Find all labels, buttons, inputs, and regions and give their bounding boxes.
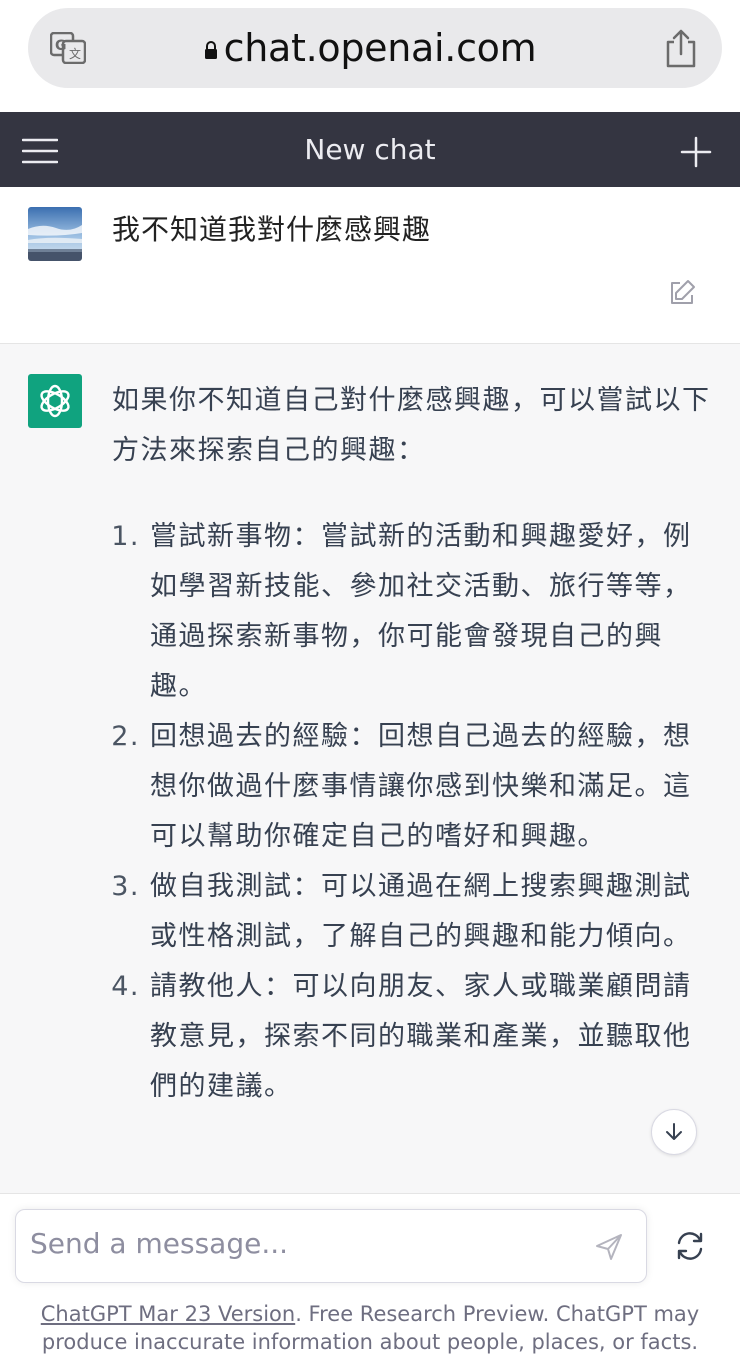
list-item-number: 2. [111,721,140,752]
list-item-number: 1. [111,521,140,552]
lock-icon [204,41,217,59]
list-item-text: 回想過去的經驗：回想自己過去的經驗，想想你做過什麼事情讓你感到快樂和滿足。這可以… [150,721,692,852]
scroll-to-bottom-button[interactable] [651,1109,697,1155]
list-item: 4. 請教他人：可以向朋友、家人或職業顧問請教意見，探索不同的職業和產業，並聽取… [111,962,712,1112]
list-item-text: 做自我測試：可以通過在網上搜索興趣測試或性格測試，了解自己的興趣和能力傾向。 [150,871,692,952]
user-message-text: 我不知道我對什麼感興趣 [112,213,432,246]
url-display[interactable]: chat.openai.com [0,8,740,88]
version-link[interactable]: ChatGPT Mar 23 Version [41,1302,295,1326]
url-text: chat.openai.com [223,26,537,70]
arrow-down-icon [666,1123,682,1140]
list-item-number: 3. [111,871,140,902]
user-avatar [28,207,82,261]
list-item: 1. 嘗試新事物：嘗試新的活動和興趣愛好，例如學習新技能、參加社交活動、旅行等等… [111,512,712,712]
send-icon[interactable] [594,1232,624,1262]
regenerate-icon[interactable] [674,1230,706,1262]
openai-logo-icon [28,374,82,428]
list-item-text: 請教他人：可以向朋友、家人或職業顧問請教意見，探索不同的職業和產業，並聽取他們的… [150,971,692,1102]
assistant-message-row: 如果你不知道自己對什麼感興趣，可以嘗試以下方法來探索自己的興趣： 1. 嘗試新事… [0,344,740,1192]
plus-icon[interactable] [680,136,712,168]
share-icon[interactable] [664,28,698,68]
list-item-text: 嘗試新事物：嘗試新的活動和興趣愛好，例如學習新技能、參加社交活動、旅行等等，通過… [150,521,692,702]
footer-disclaimer: ChatGPT Mar 23 Version. Free Research Pr… [0,1300,740,1356]
answer-intro: 如果你不知道自己對什麼感興趣，可以嘗試以下方法來探索自己的興趣： [112,385,711,466]
assistant-message-text: 如果你不知道自己對什麼感興趣，可以嘗試以下方法來探索自己的興趣： 1. 嘗試新事… [111,376,712,1112]
list-item: 3. 做自我測試：可以通過在網上搜索興趣測試或性格測試，了解自己的興趣和能力傾向… [111,862,712,962]
list-item-number: 4. [111,971,140,1002]
message-input-placeholder: Send a message... [30,1227,289,1260]
edit-icon[interactable] [668,279,696,307]
list-item: 2. 回想過去的經驗：回想自己過去的經驗，想想你做過什麼事情讓你感到快樂和滿足。… [111,712,712,862]
openai-logo-glyph [40,384,70,418]
chat-title: New chat [304,133,436,166]
